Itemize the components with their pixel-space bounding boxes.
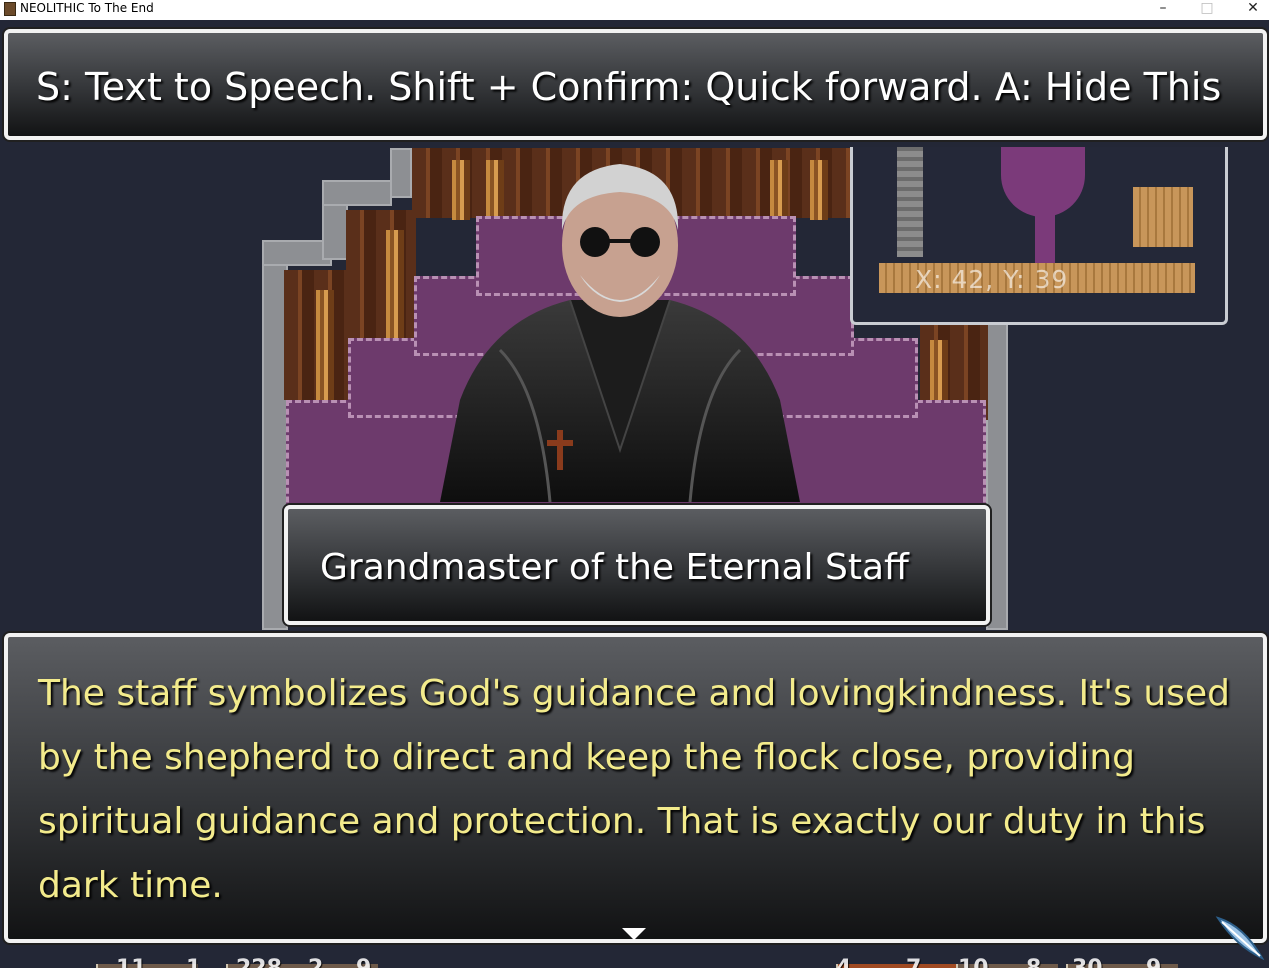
hud-value: 8 [1026,956,1041,968]
pillar [316,290,334,400]
hud-value: 7 [906,956,921,968]
speaker-name-window: Grandmaster of the Eternal Staff [284,505,990,625]
pillar [810,160,828,220]
wood-wall [346,210,416,340]
hud-value: 228 [236,956,282,968]
continue-arrow-icon[interactable] [622,928,646,940]
hud-value: 9 [356,956,371,968]
minimap: X: 42, Y: 39 [850,147,1228,325]
hud-value: 9 [1146,956,1161,968]
stone-wall [322,180,392,206]
message-line: The staff symbolizes God's guidance and … [38,673,1230,714]
app-icon [4,2,16,16]
message-line: dark time. [38,865,223,906]
stone-wall [390,148,412,198]
hud-value: 2 [308,956,323,968]
message-window[interactable]: The staff symbolizes God's guidance and … [4,633,1267,943]
hud-value: 30 [1072,956,1103,968]
window-titlebar: NEOLITHIC To The End – □ ✕ [0,0,1269,20]
minimize-button[interactable]: – [1140,0,1186,20]
close-button[interactable]: ✕ [1230,0,1269,20]
maximize-button[interactable]: □ [1184,0,1230,20]
message-line: by the shepherd to direct and keep the f… [38,737,1136,778]
pillar [386,230,404,340]
player-coordinates: X: 42, Y: 39 [915,265,1069,294]
hud-value: 1 [186,956,201,968]
message-line: spiritual guidance and protection. That … [38,801,1206,842]
hud-value: 4 [836,956,851,968]
speaker-name: Grandmaster of the Eternal Staff [320,547,909,588]
hud-cell [96,964,198,968]
speaker-portrait [440,164,800,502]
window-title: NEOLITHIC To The End [20,1,154,15]
quill-icon [1215,916,1265,961]
help-text: S: Text to Speech. Shift + Confirm: Quic… [36,65,1222,109]
hud-value: 10 [958,956,989,968]
hud-strip: 11 1 228 2 9 4 7 10 8 30 9 [96,956,1206,968]
hud-value: 11 [116,956,147,968]
help-window: S: Text to Speech. Shift + Confirm: Quic… [4,29,1267,140]
